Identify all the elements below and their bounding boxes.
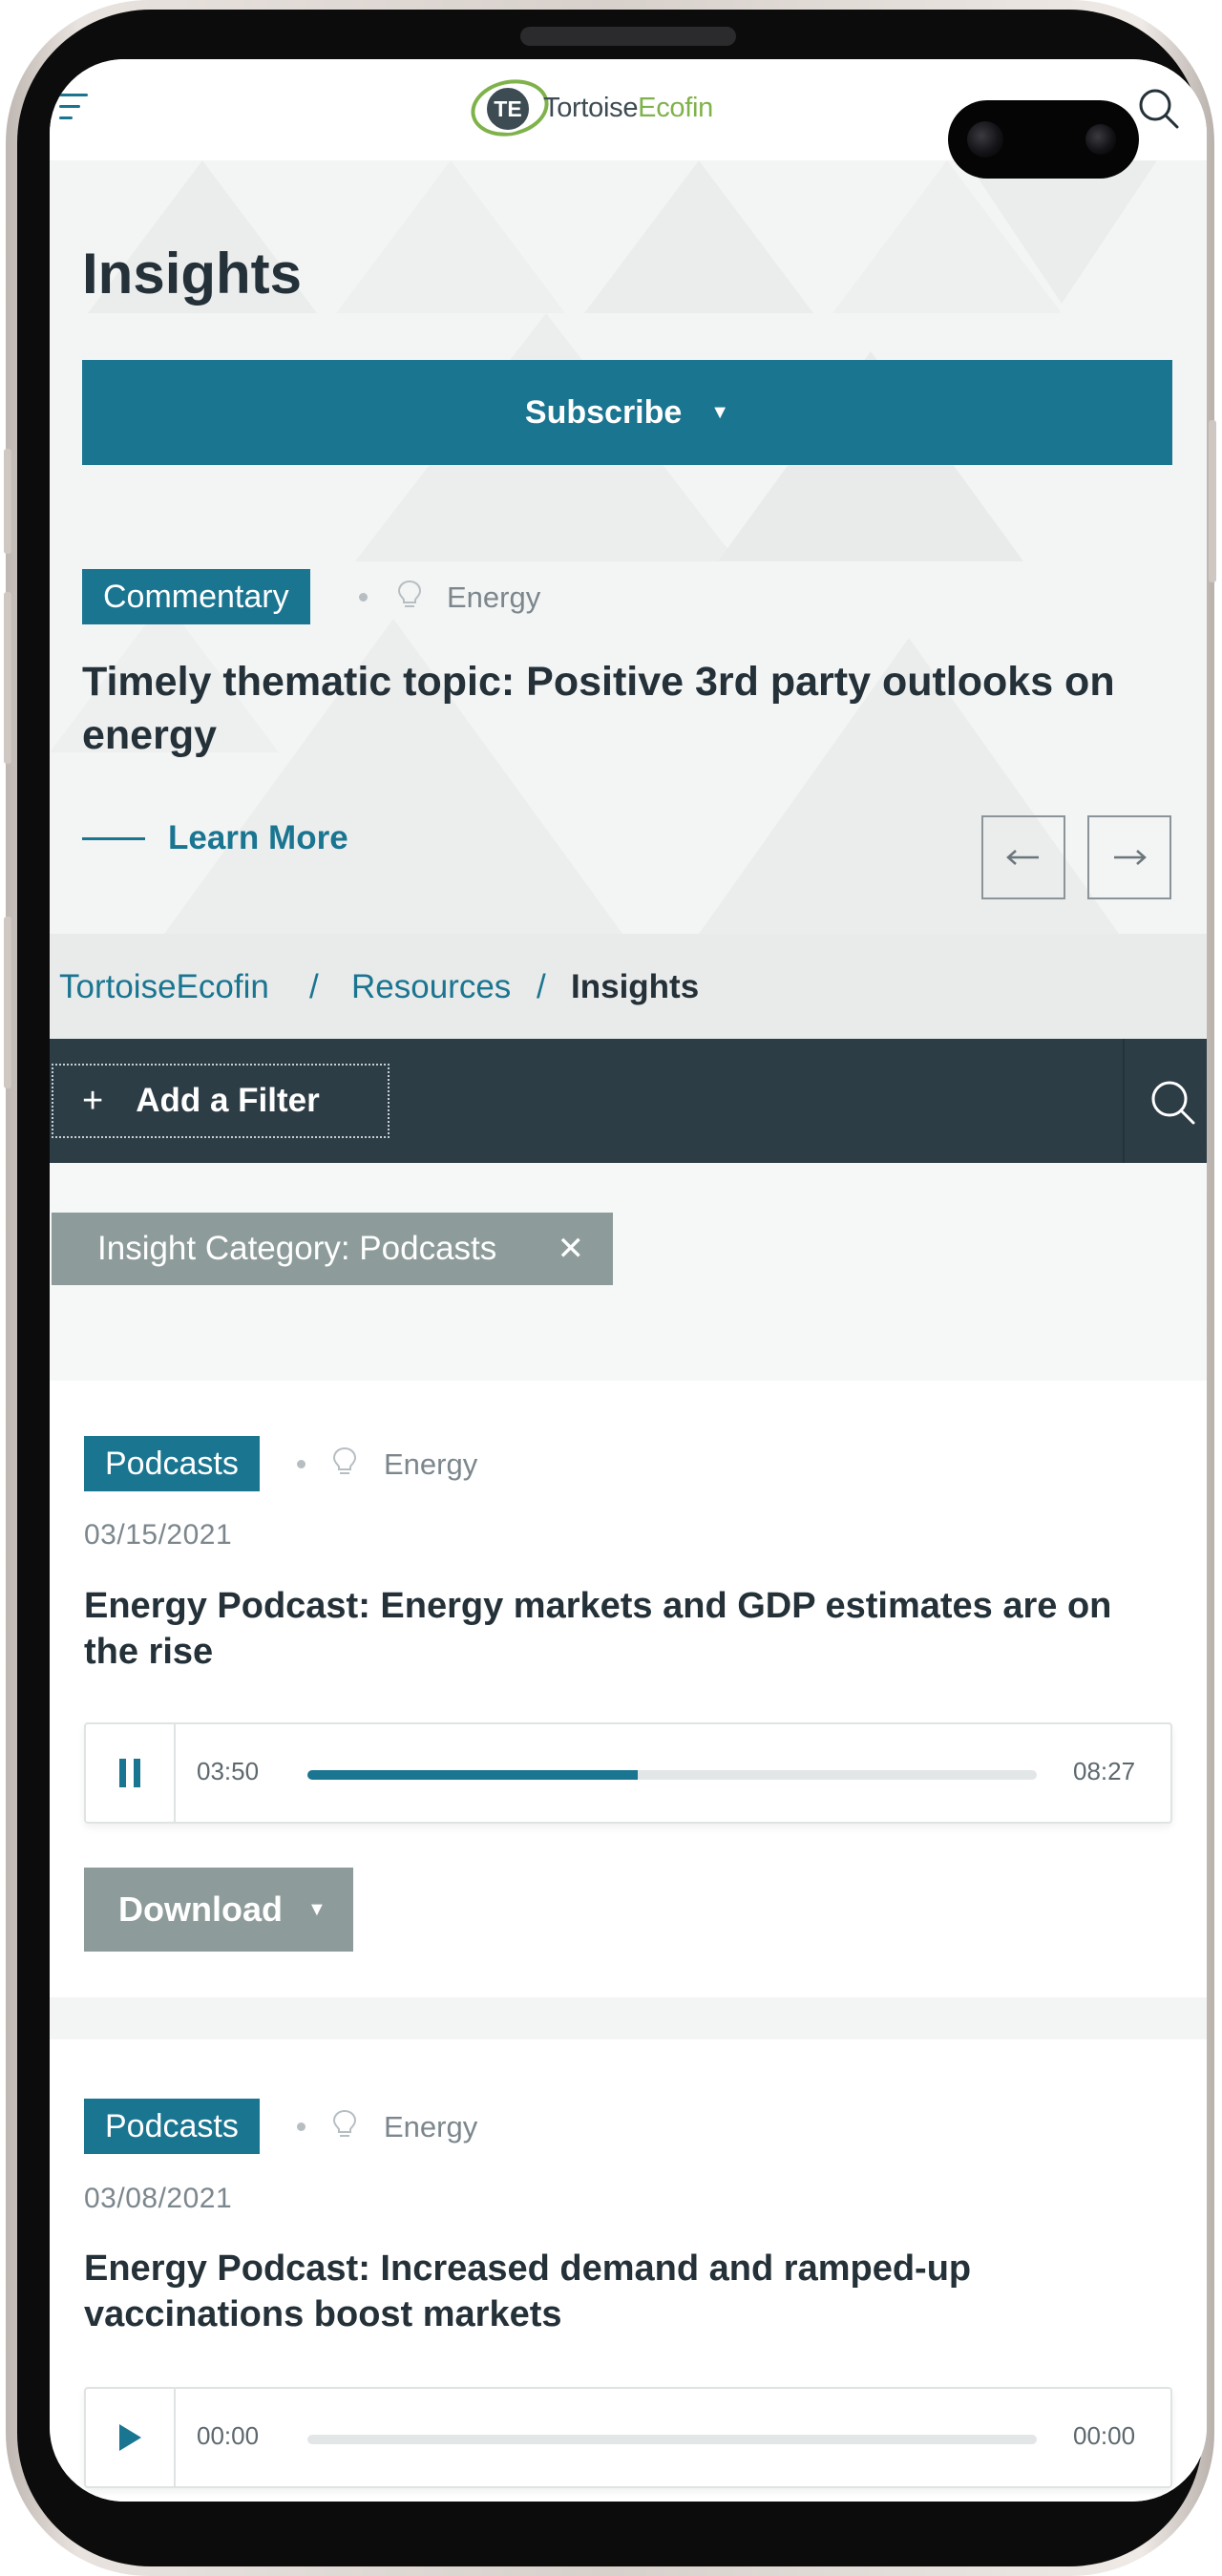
topic-label[interactable]: Energy xyxy=(384,1447,477,1482)
filter-divider xyxy=(1123,1039,1125,1163)
meta-separator xyxy=(297,1460,306,1468)
meta-separator xyxy=(359,593,368,602)
breadcrumb-home[interactable]: TortoiseEcofin xyxy=(59,968,269,1006)
meta-separator xyxy=(297,2122,306,2131)
current-time: 03:50 xyxy=(197,1757,260,1785)
previous-slide-button[interactable] xyxy=(981,815,1065,899)
podcast-title[interactable]: Energy Podcast: Increased demand and ram… xyxy=(84,2246,1153,2337)
chevron-down-icon: ▼ xyxy=(710,401,730,423)
subscribe-button[interactable]: Subscribe ▼ xyxy=(82,360,1172,465)
volume-button-lower xyxy=(4,592,11,764)
progress-track[interactable] xyxy=(307,1770,1037,1780)
category-tag[interactable]: Podcasts xyxy=(84,2099,260,2154)
filter-bar: + Add a Filter xyxy=(50,1039,1207,1163)
filter-chip-label: Insight Category: Podcasts xyxy=(97,1230,497,1267)
podcast-card: Podcasts Energy 03/08/2021 Energy Podcas… xyxy=(50,2039,1207,2502)
search-icon[interactable] xyxy=(1148,1077,1197,1127)
volume-button xyxy=(4,449,11,554)
featured-headline[interactable]: Timely thematic topic: Positive 3rd part… xyxy=(82,655,1161,762)
duration: 00:00 xyxy=(1073,2421,1136,2450)
next-slide-button[interactable] xyxy=(1087,815,1171,899)
download-button[interactable]: Download ▼ xyxy=(84,1868,353,1952)
page-title: Insights xyxy=(82,242,303,306)
breadcrumb-current: Insights xyxy=(571,968,700,1005)
phone-bezel: TE TortoiseEcofin Insights Subscribe ▼ C… xyxy=(17,10,1207,2566)
podcast-title[interactable]: Energy Podcast: Energy markets and GDP e… xyxy=(84,1583,1153,1675)
add-filter-button[interactable]: + Add a Filter xyxy=(52,1064,390,1138)
download-label: Download xyxy=(118,1890,283,1929)
logo-badge: TE xyxy=(484,85,532,133)
pause-button[interactable] xyxy=(86,1724,176,1822)
play-button[interactable] xyxy=(86,2389,176,2486)
audio-player: 03:50 08:27 xyxy=(84,1722,1172,1824)
search-icon[interactable] xyxy=(1136,86,1180,130)
category-tag[interactable]: Commentary xyxy=(82,569,310,624)
podcast-card: Podcasts Energy 03/15/2021 Energy Podcas… xyxy=(50,1381,1207,1997)
earpiece xyxy=(520,27,736,46)
subscribe-label: Subscribe xyxy=(524,393,683,431)
insights-hero: Insights Subscribe ▼ Commentary Energy T… xyxy=(50,160,1207,934)
breadcrumb-separator: / xyxy=(309,968,319,1005)
phone-frame: TE TortoiseEcofin Insights Subscribe ▼ C… xyxy=(4,0,1216,2576)
plus-icon: + xyxy=(82,1081,104,1121)
hamburger-icon[interactable] xyxy=(59,94,92,122)
lightbulb-icon xyxy=(332,2109,357,2137)
front-camera xyxy=(948,100,1139,179)
lightbulb-icon xyxy=(332,1446,357,1474)
tortoise-ecofin-logo[interactable]: TE TortoiseEcofin xyxy=(465,73,757,143)
learn-more-label: Learn More xyxy=(168,819,348,856)
progress-track[interactable] xyxy=(307,2435,1037,2444)
learn-more-link[interactable]: Learn More xyxy=(82,819,348,857)
progress-fill xyxy=(307,1770,639,1780)
topic-label[interactable]: Energy xyxy=(384,2110,477,2144)
camera-lens-secondary xyxy=(1085,124,1116,155)
topic-label[interactable]: Energy xyxy=(447,581,540,615)
duration: 08:27 xyxy=(1073,1757,1136,1785)
close-icon[interactable]: ✕ xyxy=(558,1230,585,1268)
chevron-down-icon: ▼ xyxy=(306,1898,327,1920)
card-divider xyxy=(50,1997,1207,2039)
play-icon xyxy=(119,2424,141,2451)
logo-wordmark: TortoiseEcofin xyxy=(543,93,713,123)
pause-icon xyxy=(119,1759,140,1787)
filter-chip[interactable]: Insight Category: Podcasts ✕ xyxy=(52,1213,613,1285)
lightbulb-icon xyxy=(397,580,422,607)
publish-date: 03/15/2021 xyxy=(84,1519,233,1551)
category-tag[interactable]: Podcasts xyxy=(84,1436,260,1491)
learn-more-line xyxy=(82,836,145,840)
arrow-left-icon xyxy=(1006,850,1039,865)
breadcrumb-resources[interactable]: Resources xyxy=(351,968,511,1006)
phone-screen: TE TortoiseEcofin Insights Subscribe ▼ C… xyxy=(50,59,1207,2502)
active-filters: Insight Category: Podcasts ✕ xyxy=(50,1163,1207,1381)
camera-lens xyxy=(967,121,1003,158)
arrow-right-icon xyxy=(1114,850,1147,865)
publish-date: 03/08/2021 xyxy=(84,2183,233,2214)
audio-player: 00:00 00:00 xyxy=(84,2387,1172,2488)
breadcrumb: TortoiseEcofin / Resources / Insights xyxy=(50,934,1207,1039)
power-button xyxy=(1209,420,1216,582)
add-filter-label: Add a Filter xyxy=(136,1082,320,1119)
bixby-button xyxy=(4,917,11,1088)
current-time: 00:00 xyxy=(197,2421,260,2450)
breadcrumb-separator: / xyxy=(537,968,546,1005)
